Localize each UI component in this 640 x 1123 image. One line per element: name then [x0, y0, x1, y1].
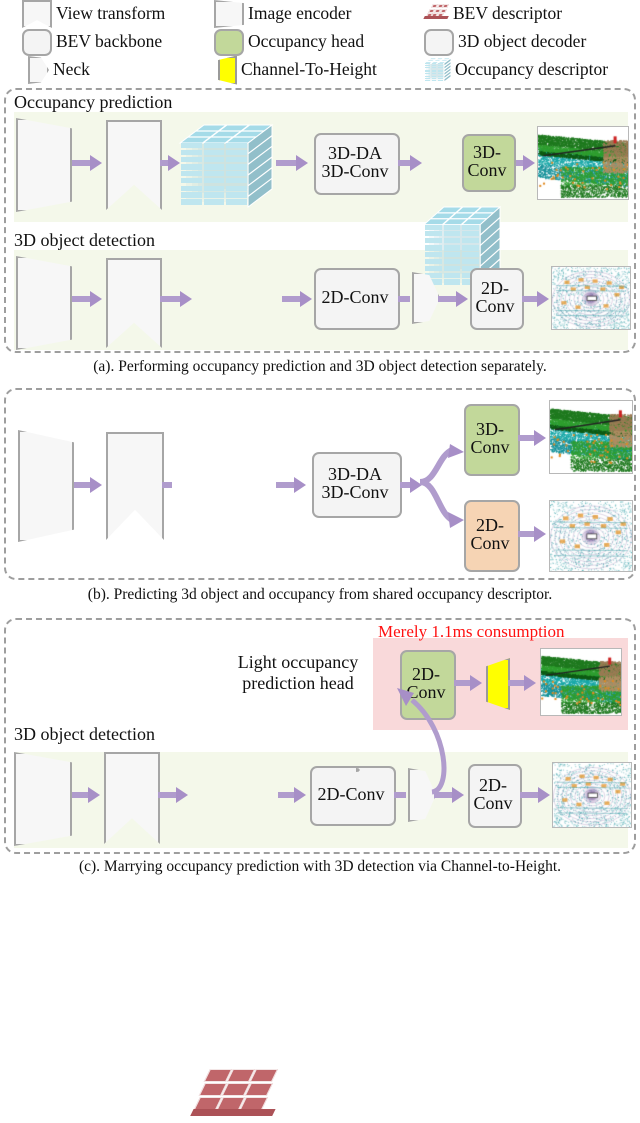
bev-descriptor-c [190, 1069, 279, 1123]
caption-c: (c). Marrying occupancy prediction with … [78, 858, 562, 875]
panel-c-branch-arrow [397, 688, 447, 795]
